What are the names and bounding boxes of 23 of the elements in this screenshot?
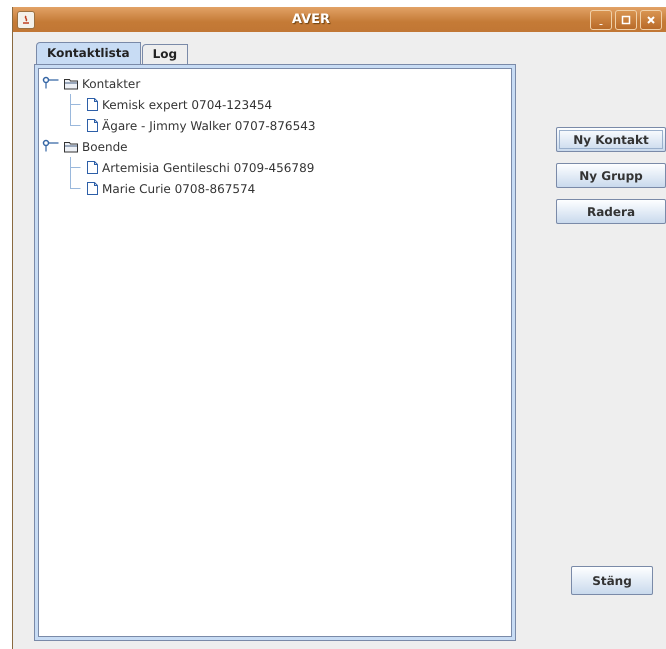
document-icon (85, 96, 99, 112)
minimize-button[interactable] (590, 10, 612, 30)
maximize-button[interactable] (615, 10, 637, 30)
window-title: AVER (290, 10, 332, 29)
document-icon (85, 160, 99, 176)
maximize-icon (621, 14, 631, 24)
tree-item[interactable]: Kontakter (82, 74, 140, 92)
document-icon (85, 180, 99, 196)
tree-item[interactable]: Ägare - Jimmy Walker 0707-876543 (102, 116, 316, 134)
close-button[interactable]: Stäng (571, 566, 653, 595)
action-button[interactable]: Ny Kontakt (556, 127, 666, 152)
tree-item[interactable]: Marie Curie 0708-867574 (102, 180, 256, 198)
action-button[interactable]: Radera (556, 199, 666, 224)
tab[interactable]: Log (142, 44, 188, 64)
tab[interactable]: Kontaktlista (36, 42, 141, 64)
close-icon (646, 14, 656, 24)
action-button[interactable]: Ny Grupp (556, 163, 666, 188)
tree-item[interactable]: Artemisia Gentileschi 0709-456789 (102, 158, 314, 176)
app-icon[interactable] (17, 10, 35, 28)
close-button[interactable] (640, 10, 662, 30)
tree-item[interactable]: Boende (82, 138, 128, 156)
document-icon (85, 118, 99, 134)
tree-item[interactable]: Kemisk expert 0704-123454 (102, 96, 272, 114)
